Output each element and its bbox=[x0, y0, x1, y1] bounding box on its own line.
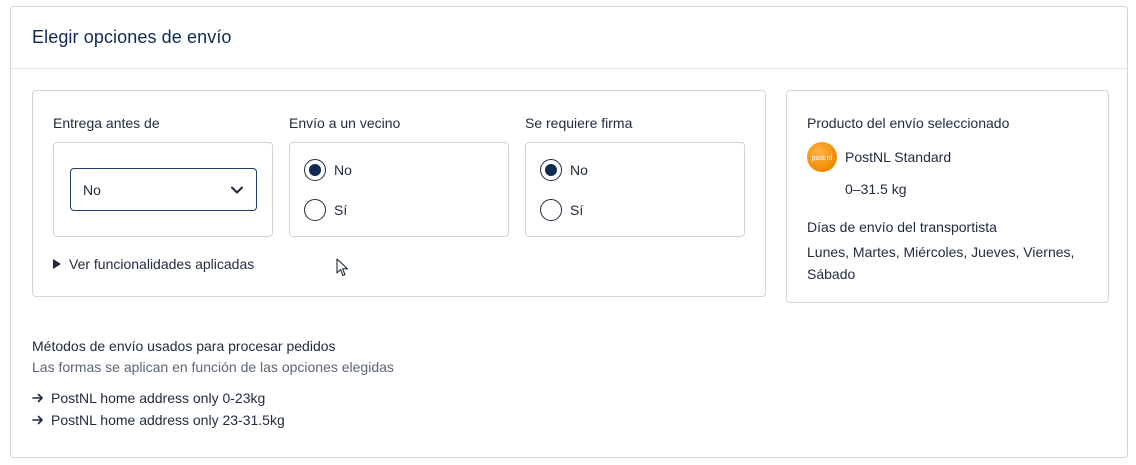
arrow-right-icon bbox=[32, 415, 46, 425]
neighbor-option-yes[interactable]: Sí bbox=[304, 199, 347, 221]
neighbor-group: Envío a un vecino No Sí bbox=[289, 115, 509, 237]
carrier-name: PostNL Standard bbox=[845, 149, 952, 165]
method-name: PostNL home address only 23-31.5kg bbox=[51, 412, 285, 428]
delivery-before-label: Entrega antes de bbox=[53, 115, 160, 131]
carrier-row: post nl PostNL Standard bbox=[807, 142, 951, 172]
neighbor-label: Envío a un vecino bbox=[289, 115, 401, 131]
delivery-before-box: No bbox=[53, 142, 273, 237]
caret-right-icon bbox=[53, 259, 61, 269]
features-disclosure[interactable]: Ver funcionalidades aplicadas bbox=[53, 256, 254, 272]
method-name: PostNL home address only 0-23kg bbox=[51, 390, 266, 406]
signature-group: Se requiere firma No Sí bbox=[525, 115, 745, 237]
radio-button[interactable] bbox=[540, 199, 562, 221]
svg-text:post nl: post nl bbox=[812, 155, 833, 162]
list-item: PostNL home address only 0-23kg bbox=[32, 387, 394, 409]
radio-button[interactable] bbox=[304, 199, 326, 221]
carrier-weight: 0–31.5 kg bbox=[845, 181, 907, 197]
carrier-days-heading: Días de envío del transportista bbox=[807, 219, 997, 235]
delivery-before-value: No bbox=[83, 181, 101, 198]
neighbor-box: No Sí bbox=[289, 142, 509, 237]
shipping-methods-section: Métodos de envío usados para procesar pe… bbox=[32, 338, 394, 431]
product-heading: Producto del envío seleccionado bbox=[807, 115, 1010, 131]
signature-option-no-label: No bbox=[570, 162, 588, 178]
neighbor-option-no-label: No bbox=[334, 162, 352, 178]
chevron-down-icon bbox=[230, 183, 244, 197]
carrier-days: Lunes, Martes, Miércoles, Jueves, Vierne… bbox=[807, 244, 1075, 282]
page-title: Elegir opciones de envío bbox=[32, 27, 232, 47]
signature-option-no[interactable]: No bbox=[540, 159, 588, 181]
shipping-options-box: Entrega antes de No Envío a un vecino No bbox=[32, 90, 766, 297]
delivery-before-group: Entrega antes de No bbox=[53, 115, 273, 237]
signature-label: Se requiere firma bbox=[525, 115, 633, 131]
list-item: PostNL home address only 23-31.5kg bbox=[32, 409, 394, 431]
neighbor-option-no[interactable]: No bbox=[304, 159, 352, 181]
postnl-logo-icon: post nl bbox=[807, 142, 837, 172]
signature-box: No Sí bbox=[525, 142, 745, 237]
neighbor-option-yes-label: Sí bbox=[334, 202, 348, 218]
mouse-cursor-icon bbox=[336, 258, 350, 283]
methods-subtitle: Las formas se aplican en función de las … bbox=[32, 359, 394, 375]
arrow-right-icon bbox=[32, 393, 46, 403]
shipping-options-card: Elegir opciones de envío Entrega antes d… bbox=[10, 6, 1128, 458]
radio-button-selected[interactable] bbox=[540, 159, 562, 181]
card-header: Elegir opciones de envío bbox=[11, 7, 1127, 69]
signature-option-yes[interactable]: Sí bbox=[540, 199, 583, 221]
methods-list: PostNL home address only 0-23kg PostNL h… bbox=[32, 387, 394, 431]
signature-option-yes-label: Sí bbox=[570, 202, 584, 218]
features-disclosure-label: Ver funcionalidades aplicadas bbox=[69, 256, 255, 272]
delivery-before-select[interactable]: No bbox=[70, 168, 257, 211]
radio-button-selected[interactable] bbox=[304, 159, 326, 181]
selected-product-box: Producto del envío seleccionado post nl … bbox=[786, 90, 1109, 303]
methods-title: Métodos de envío usados para procesar pe… bbox=[32, 338, 336, 354]
